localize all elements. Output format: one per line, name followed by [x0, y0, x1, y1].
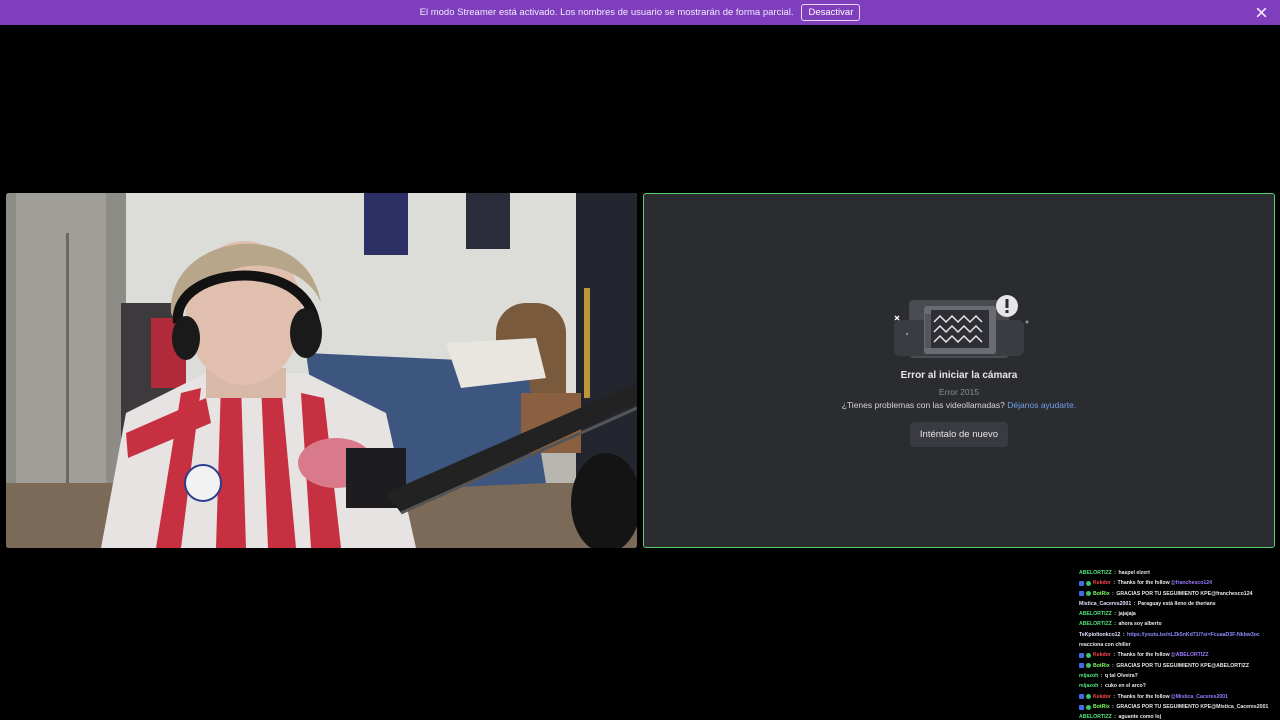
chat-text: cuko en el arco? — [1104, 683, 1146, 690]
chat-message: Kekdor : Thanks for the follow @franches… — [1079, 578, 1279, 588]
moderator-badge-icon — [1079, 653, 1084, 659]
moderator-badge-icon — [1079, 663, 1084, 669]
chat-username[interactable]: TeKpioltonkco12 — [1079, 630, 1120, 640]
chat-text: Thanks for the follow — [1117, 693, 1170, 700]
chat-username[interactable]: ABELORTIZZ — [1079, 619, 1112, 629]
chat-message: Mistica_Caceres2001 : Paraguay está llen… — [1079, 599, 1279, 609]
chat-mention: @ABELORTIZZ — [1170, 652, 1209, 659]
moderator-badge-icon — [1079, 694, 1084, 700]
chat-username[interactable]: mijazoh — [1079, 671, 1098, 681]
streamer-mode-message: El modo Streamer está activado. Los nomb… — [419, 7, 794, 18]
camera-error-tile[interactable]: Error al iniciar la cámara Error 2015 ¿T… — [643, 193, 1275, 548]
chat-username[interactable]: BotRix — [1093, 661, 1110, 671]
moderator-badge-icon — [1079, 580, 1084, 586]
camera-error-panel: Error al iniciar la cámara Error 2015 ¿T… — [644, 294, 1274, 447]
chat-separator: : — [1112, 621, 1118, 628]
chat-message: BotRix : GRACIAS POR TU SEGUIMIENTO KPE@… — [1079, 661, 1279, 671]
chat-separator: : — [1099, 683, 1104, 690]
chat-message: ABELORTIZZ : aguante como loj — [1079, 712, 1279, 720]
chat-text: jajajaja — [1118, 611, 1136, 618]
bot-badge-icon — [1086, 653, 1091, 659]
chat-separator: : — [1132, 600, 1137, 607]
chat-message: ABELORTIZZ : ahora soy alberto — [1079, 619, 1279, 629]
chat-message: BotRix : GRACIAS POR TU SEGUIMIENTO KPE@… — [1079, 702, 1279, 712]
broken-camera-illustration-icon — [894, 295, 1029, 358]
chat-username[interactable]: Mistica_Caceres2001 — [1079, 599, 1131, 609]
chat-separator: : — [1110, 703, 1116, 710]
chat-separator: : — [1099, 672, 1104, 679]
chat-text: GRACIAS POR TU SEGUIMIENTO KPE@Mistica_C… — [1116, 703, 1269, 710]
chat-separator: : — [1111, 580, 1117, 587]
chat-username[interactable]: Kekdor — [1093, 650, 1111, 660]
error-help-text: ¿Tienes problemas con las videollamadas?… — [842, 400, 1077, 410]
chat-separator: : — [1112, 611, 1118, 618]
chat-message: Kekdor : Thanks for the follow @ABELORTI… — [1079, 650, 1279, 660]
bot-badge-icon — [1086, 694, 1091, 700]
bot-badge-icon — [1086, 663, 1091, 669]
chat-text: Paraguay está lleno de therians — [1137, 600, 1216, 607]
chat-link[interactable]: https://youtu.be/nLZk5nKd71l?si=FcuaaD3F… — [1127, 630, 1260, 640]
chat-text: ahora soy alberto — [1118, 621, 1162, 628]
chat-overlay: ABELORTIZZ : haspel elzert Kekdor : Thank… — [1079, 568, 1279, 720]
error-help-question: ¿Tienes problemas con las videollamadas? — [841, 400, 1008, 410]
chat-text: q tal Olveira? — [1104, 672, 1138, 679]
moderator-badge-icon — [1079, 591, 1084, 597]
chat-message: TeKpioltonkco12 : https://youtu.be/nLZk5… — [1079, 630, 1279, 640]
chat-username[interactable]: ABELORTIZZ — [1079, 609, 1112, 619]
chat-text: reacciona con chiller — [1079, 642, 1131, 649]
chat-separator: : — [1111, 652, 1117, 659]
bot-badge-icon — [1086, 591, 1091, 597]
help-link[interactable]: Déjanos ayudarte. — [1007, 400, 1076, 410]
chat-text: aguante como loj — [1118, 714, 1162, 720]
chat-message: ABELORTIZZ : haspel elzert — [1079, 568, 1279, 578]
error-title: Error al iniciar la cámara — [900, 370, 1018, 381]
chat-separator: : — [1111, 693, 1117, 700]
chat-username[interactable]: Kekdor — [1093, 692, 1111, 702]
chat-separator: : — [1110, 590, 1116, 597]
moderator-badge-icon — [1079, 704, 1084, 710]
chat-username[interactable]: Kekdor — [1093, 578, 1111, 588]
chat-message: mijazoh : cuko en el arco? — [1079, 681, 1279, 691]
chat-text: GRACIAS POR TU SEGUIMIENTO KPE@franchesc… — [1116, 590, 1253, 597]
chat-username[interactable]: ABELORTIZZ — [1079, 712, 1112, 720]
bot-badge-icon — [1086, 704, 1091, 710]
bot-badge-icon — [1086, 580, 1091, 586]
error-code: Error 2015 — [938, 387, 980, 397]
chat-separator: : — [1110, 662, 1116, 669]
chat-text: GRACIAS POR TU SEGUIMIENTO KPE@ABELORTIZ… — [1116, 662, 1249, 669]
chat-username[interactable]: ABELORTIZZ — [1079, 568, 1112, 578]
chat-text: Thanks for the follow — [1117, 580, 1170, 587]
chat-username[interactable]: BotRix — [1093, 702, 1110, 712]
chat-separator: : — [1121, 631, 1127, 638]
chat-text: Thanks for the follow — [1117, 652, 1170, 659]
chat-message: reacciona con chiller — [1079, 640, 1279, 650]
chat-separator: : — [1112, 714, 1118, 720]
chat-message: BotRix : GRACIAS POR TU SEGUIMIENTO KPE@… — [1079, 589, 1279, 599]
chat-mention: @Mistica_Caceres2001 — [1170, 693, 1228, 700]
camera-video-tile[interactable] — [6, 193, 637, 548]
retry-button[interactable]: Inténtalo de nuevo — [909, 422, 1009, 447]
chat-mention: @franchesco124 — [1170, 580, 1213, 587]
chat-username[interactable]: BotRix — [1093, 589, 1110, 599]
chat-message: mijazoh : q tal Olveira? — [1079, 671, 1279, 681]
chat-message: ABELORTIZZ : jajajaja — [1079, 609, 1279, 619]
chat-username[interactable]: mijazoh — [1079, 681, 1098, 691]
chat-text: haspel elzert — [1118, 570, 1150, 576]
webcam-feed-image — [6, 193, 637, 548]
close-icon[interactable] — [1255, 6, 1268, 19]
deactivate-streamer-button[interactable]: Desactivar — [801, 4, 861, 21]
chat-message: Kekdor : Thanks for the follow @Mistica_… — [1079, 692, 1279, 702]
streamer-mode-banner: El modo Streamer está activado. Los nomb… — [0, 0, 1280, 25]
chat-separator: : — [1112, 570, 1118, 576]
